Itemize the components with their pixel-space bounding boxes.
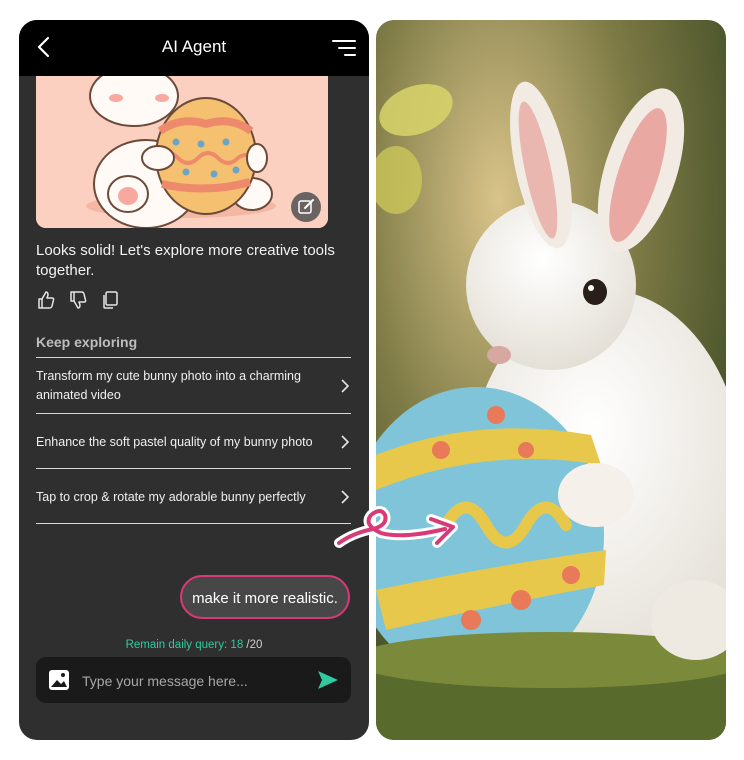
- divider: [36, 523, 351, 524]
- query-counter: Remain daily query: 18 /20: [19, 639, 369, 651]
- agent-message: Looks solid! Let's explore more creative…: [36, 242, 335, 279]
- message-input[interactable]: [80, 667, 309, 695]
- menu-icon[interactable]: [331, 38, 357, 58]
- keep-exploring-heading: Keep exploring: [36, 334, 138, 350]
- generated-bunny-illustration[interactable]: [36, 76, 328, 228]
- query-label: Remain daily query:: [125, 639, 228, 651]
- thumbs-up-icon[interactable]: [36, 290, 56, 310]
- realistic-bunny-photo-icon: [376, 20, 726, 740]
- suggestion-label: Enhance the soft pastel quality of my bu…: [36, 435, 313, 449]
- realistic-bunny-photo: [376, 20, 726, 740]
- page-title: AI Agent: [161, 37, 227, 56]
- image-icon[interactable]: [48, 669, 70, 691]
- top-bar: AI Agent: [19, 20, 369, 76]
- curly-arrow-icon: [334, 506, 458, 548]
- suggestion-item[interactable]: Tap to crop & rotate my adorable bunny p…: [36, 468, 351, 524]
- suggestion-label: Transform my cute bunny photo into a cha…: [36, 369, 301, 402]
- phone-chat-screen: AI Agent Looks solid! Let's explore more…: [19, 20, 369, 740]
- send-icon[interactable]: [317, 670, 339, 690]
- edit-image-button[interactable]: [291, 192, 321, 222]
- chevron-right-icon: [341, 490, 350, 504]
- chevron-right-icon: [341, 379, 350, 393]
- edit-image-icon: [298, 199, 314, 214]
- bunny-egg-illustration-icon: [36, 76, 328, 228]
- query-total: /20: [246, 639, 263, 651]
- user-message-bubble: make it more realistic.: [180, 575, 350, 619]
- suggestion-item[interactable]: Transform my cute bunny photo into a cha…: [36, 357, 351, 414]
- suggestion-label: Tap to crop & rotate my adorable bunny p…: [36, 490, 306, 504]
- query-used: 18: [230, 639, 244, 651]
- copy-icon[interactable]: [100, 290, 120, 310]
- thumbs-down-icon[interactable]: [68, 290, 88, 310]
- suggestion-item[interactable]: Enhance the soft pastel quality of my bu…: [36, 413, 351, 469]
- message-actions: [36, 290, 136, 312]
- message-composer: [36, 657, 351, 703]
- chevron-right-icon: [341, 435, 350, 449]
